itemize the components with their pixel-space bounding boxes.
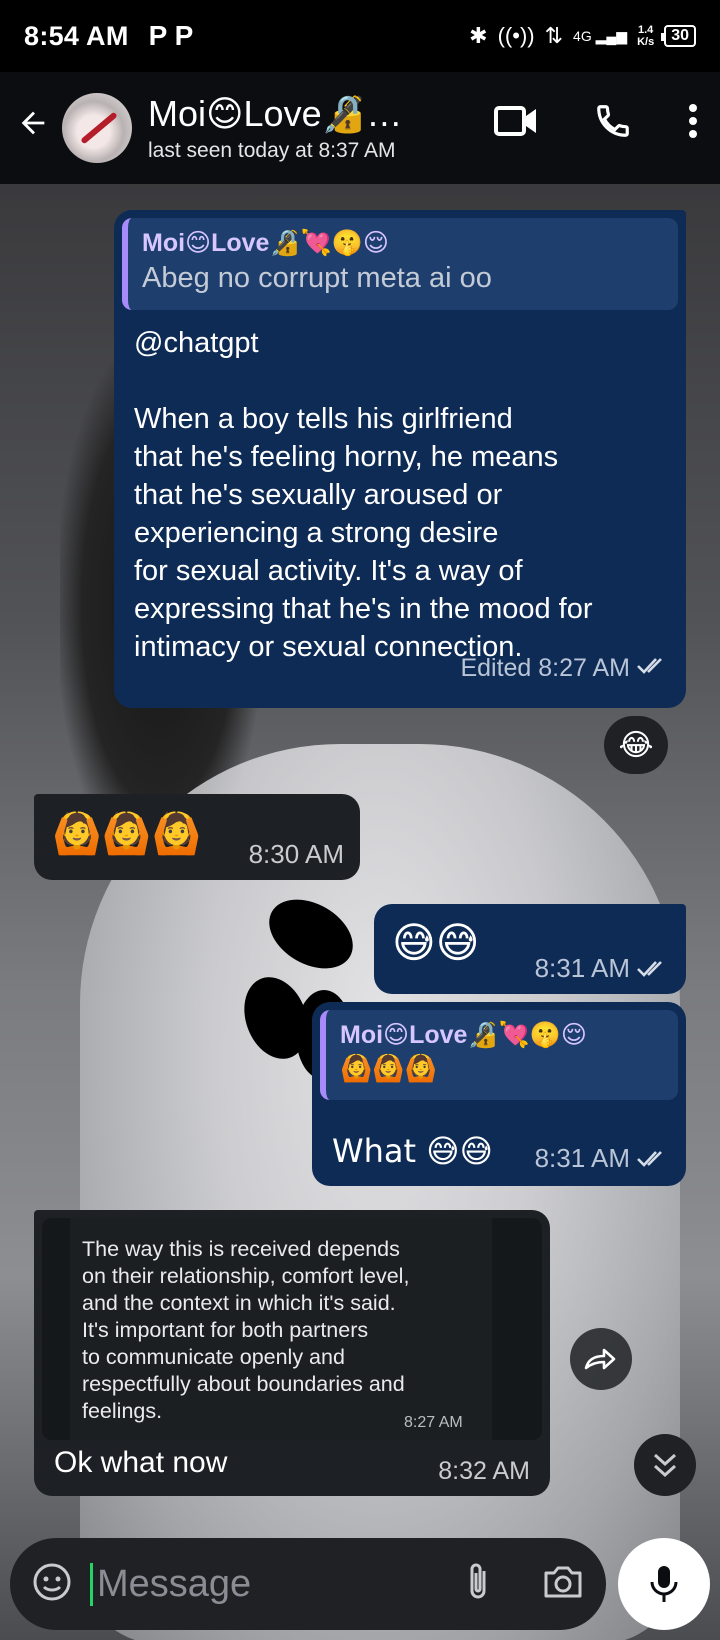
video-call-icon[interactable] — [494, 104, 538, 138]
contact-name: Moi😊Love🔏… — [148, 93, 403, 134]
battery-icon: 30 — [661, 25, 696, 47]
image-sidebar — [42, 1218, 70, 1440]
message-reaction[interactable]: 😂 — [604, 716, 668, 774]
quote-text: 🙆🙆🙆 — [340, 1054, 438, 1084]
message-text: Ok what now — [54, 1446, 228, 1479]
message-time: 8:31 AM — [534, 1143, 630, 1173]
double-check-icon — [637, 1150, 662, 1167]
quote-author: Moi😊Love🔏💘🤫😌 — [340, 1021, 587, 1049]
more-vert-icon[interactable] — [688, 104, 698, 138]
quote-text: Abeg no corrupt meta ai oo — [142, 262, 492, 294]
message-text: 🙆🙆🙆 — [52, 811, 202, 857]
sticker-icon[interactable] — [32, 1562, 72, 1607]
mic-button[interactable] — [618, 1538, 710, 1630]
quote-author: Moi😊Love🔏💘🤫😌 — [142, 229, 389, 257]
attach-icon[interactable] — [464, 1561, 494, 1608]
speed-unit: K/s — [637, 36, 655, 48]
image-time: 8:27 AM — [404, 1414, 463, 1431]
double-check-icon — [637, 960, 662, 977]
message-text: @chatgpt When a boy tells his girlfriend… — [134, 327, 593, 663]
message-time: 8:32 AM — [438, 1457, 530, 1485]
bluetooth-icon: ✱ — [469, 23, 488, 48]
message-composer — [10, 1538, 606, 1630]
message-meta: 8:31 AM — [535, 1143, 668, 1174]
chat-header: Moi😊Love🔏… last seen today at 8:37 AM — [0, 72, 720, 184]
double-check-icon — [636, 654, 668, 683]
message-bubble-outgoing[interactable]: Moi😊Love🔏💘🤫😌 🙆🙆🙆 What 😅😅 8:31 AM — [312, 1002, 686, 1186]
reaction-emoji: 😂 — [618, 727, 654, 763]
network-type: 4G — [573, 27, 592, 44]
message-text: What 😅😅 — [332, 1132, 493, 1170]
message-bubble-incoming[interactable]: 🙆🙆🙆 8:30 AM — [34, 794, 360, 880]
last-seen: last seen today at 8:37 AM — [148, 139, 396, 162]
notification-icons: P P — [148, 20, 194, 51]
back-arrow-icon[interactable] — [16, 106, 56, 150]
message-time: 8:30 AM — [248, 839, 344, 869]
phone-icon[interactable] — [594, 102, 632, 140]
net-speed: 1.4 K/s — [637, 24, 654, 48]
signal-icon: 4G ▂▄▆ — [573, 27, 628, 44]
chat-area[interactable]: Moi😊Love🔏💘🤫😌 Abeg no corrupt meta ai oo … — [0, 184, 720, 1640]
message-bubble-incoming[interactable]: The way this is received depends on thei… — [34, 1210, 550, 1496]
message-image[interactable]: The way this is received depends on thei… — [42, 1218, 542, 1440]
forward-icon[interactable] — [570, 1328, 632, 1390]
message-bubble-outgoing[interactable]: Moi😊Love🔏💘🤫😌 Abeg no corrupt meta ai oo … — [114, 210, 686, 708]
camera-icon[interactable] — [542, 1564, 584, 1605]
quoted-message[interactable]: Moi😊Love🔏💘🤫😌 🙆🙆🙆 — [320, 1010, 678, 1100]
contact-info[interactable]: Moi😊Love🔏… last seen today at 8:37 AM — [148, 93, 402, 163]
status-time: 8:54 AM — [24, 20, 129, 51]
hotspot-icon: ((•)) — [497, 23, 535, 48]
quoted-message[interactable]: Moi😊Love🔏💘🤫😌 Abeg no corrupt meta ai oo — [122, 218, 678, 310]
message-meta: 8:31 AM — [535, 953, 668, 984]
message-meta: Edited 8:27 AM — [460, 654, 668, 683]
status-bar: 8:54 AM P P ✱ ((•)) ⇅ 4G ▂▄▆ 1.4 K/s 30 — [0, 0, 720, 72]
image-sidebar — [492, 1218, 542, 1440]
data-arrows-icon: ⇅ — [544, 23, 564, 48]
message-bubble-outgoing[interactable]: 😅😅 8:31 AM — [374, 904, 686, 994]
image-text: The way this is received depends on thei… — [82, 1237, 410, 1423]
avatar[interactable] — [62, 93, 132, 163]
message-time: Edited 8:27 AM — [460, 654, 630, 682]
mic-icon — [650, 1566, 678, 1602]
status-icons: ✱ ((•)) ⇅ 4G ▂▄▆ 1.4 K/s 30 — [469, 23, 696, 49]
speed-value: 1.4 — [637, 24, 654, 36]
scroll-down-icon[interactable] — [634, 1434, 696, 1496]
message-time: 8:31 AM — [534, 953, 630, 983]
message-input[interactable] — [90, 1562, 390, 1606]
message-text: 😅😅 — [392, 918, 480, 967]
